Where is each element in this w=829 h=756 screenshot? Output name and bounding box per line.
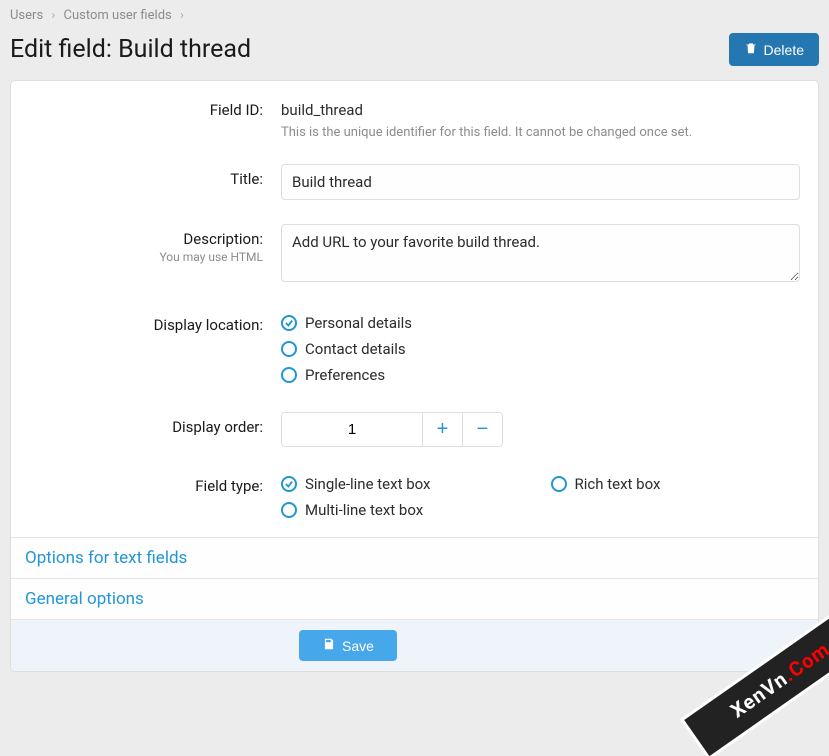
label-display-order: Display order:: [11, 412, 281, 447]
breadcrumb-link-users[interactable]: Users: [10, 8, 43, 23]
form-footer: Save: [11, 619, 818, 671]
field-id-explain: This is the unique identifier for this f…: [281, 125, 800, 140]
minus-icon: −: [477, 418, 489, 441]
plus-icon: +: [437, 418, 449, 441]
watermark-left: XenVn: [726, 666, 792, 722]
label-title: Title:: [11, 164, 281, 200]
delete-button[interactable]: Delete: [729, 33, 819, 66]
save-button[interactable]: Save: [299, 630, 397, 661]
radio-preferences[interactable]: Preferences: [281, 362, 800, 388]
label-display-location: Display location:: [11, 310, 281, 388]
radio-unselected-icon: [281, 367, 297, 383]
section-general-options[interactable]: General options: [11, 578, 818, 619]
display-order-input[interactable]: [282, 413, 422, 446]
row-display-location: Display location: Personal details Conta…: [11, 300, 818, 402]
radio-unselected-icon: [281, 502, 297, 518]
row-field-id: Field ID: build_thread This is the uniqu…: [11, 81, 818, 154]
radio-selected-icon: [281, 315, 297, 331]
label-description: Description: You may use HTML: [11, 224, 281, 286]
stepper-decrement[interactable]: −: [462, 413, 502, 446]
radio-personal-details[interactable]: Personal details: [281, 310, 800, 336]
description-hint: You may use HTML: [11, 250, 263, 264]
radio-selected-icon: [281, 476, 297, 492]
display-order-stepper: + −: [281, 412, 503, 447]
description-textarea[interactable]: Add URL to your favorite build thread.: [281, 224, 800, 282]
radio-label: Personal details: [305, 314, 412, 332]
section-options-for-text-fields[interactable]: Options for text fields: [11, 537, 818, 578]
radio-label: Preferences: [305, 366, 385, 384]
field-id-value: build_thread: [281, 95, 800, 119]
radio-rich-text-box[interactable]: Rich text box: [551, 471, 801, 497]
breadcrumb: Users › Custom user fields ›: [0, 0, 829, 29]
row-display-order: Display order: + −: [11, 402, 818, 461]
radio-multi-line-text-box[interactable]: Multi-line text box: [281, 497, 531, 523]
trash-icon: [744, 41, 758, 58]
edit-field-panel: Field ID: build_thread This is the uniqu…: [10, 80, 819, 672]
row-description: Description: You may use HTML Add URL to…: [11, 214, 818, 300]
breadcrumb-link-custom-user-fields[interactable]: Custom user fields: [64, 8, 172, 23]
radio-label: Contact details: [305, 340, 406, 358]
radio-label: Multi-line text box: [305, 501, 423, 519]
page-title: Edit field: Build thread: [10, 35, 251, 64]
chevron-right-icon: ›: [51, 8, 55, 23]
label-field-type: Field type:: [11, 471, 281, 523]
radio-contact-details[interactable]: Contact details: [281, 336, 800, 362]
radio-label: Single-line text box: [305, 475, 430, 493]
radio-unselected-icon: [551, 476, 567, 492]
stepper-increment[interactable]: +: [422, 413, 462, 446]
label-field-id: Field ID:: [11, 95, 281, 140]
title-input[interactable]: [281, 164, 800, 200]
chevron-right-icon: ›: [180, 8, 184, 23]
save-icon: [322, 637, 336, 654]
save-button-label: Save: [342, 638, 374, 654]
row-field-type: Field type: Single-line text box Rich te…: [11, 461, 818, 537]
radio-label: Rich text box: [575, 475, 661, 493]
row-title: Title:: [11, 154, 818, 214]
delete-button-label: Delete: [764, 42, 804, 58]
radio-unselected-icon: [281, 341, 297, 357]
radio-single-line-text-box[interactable]: Single-line text box: [281, 471, 531, 497]
